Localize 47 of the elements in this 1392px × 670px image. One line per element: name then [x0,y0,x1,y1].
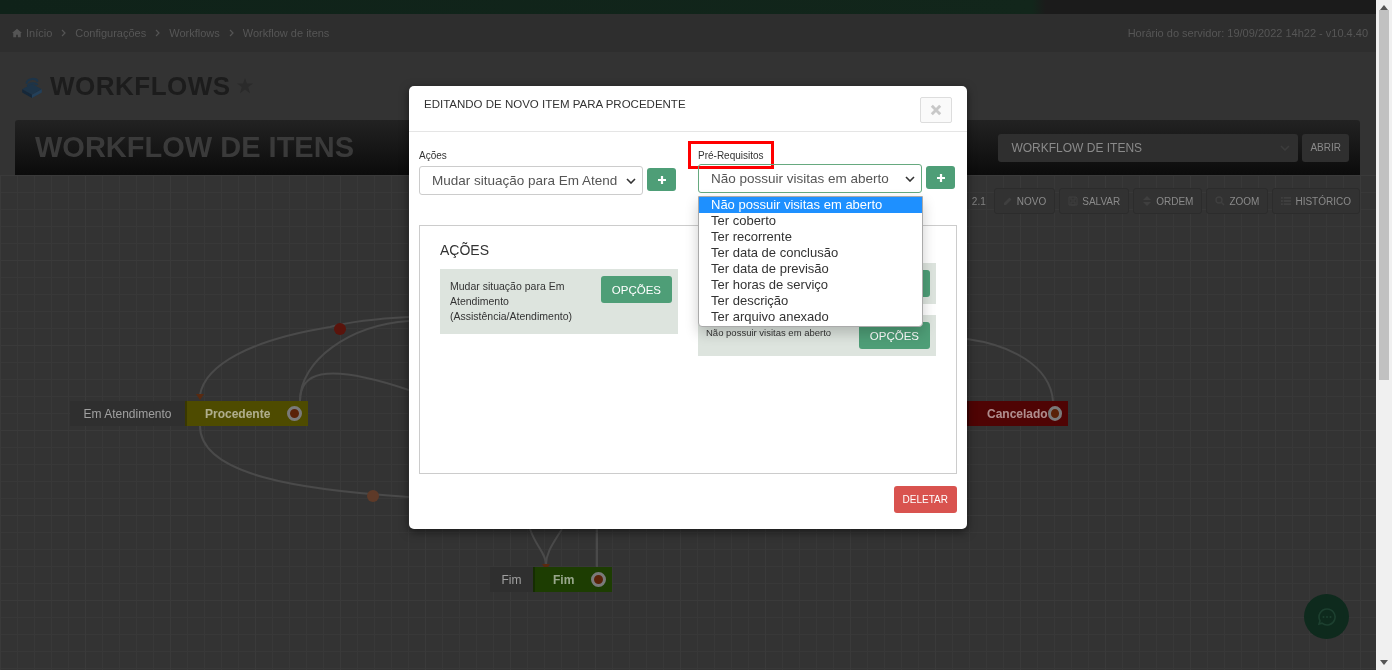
node-label: Em Atendimento [70,401,185,426]
toolbar-button[interactable]: NOVO [993,188,1056,214]
close-button[interactable] [920,97,952,123]
state-node[interactable]: Cancelado [967,401,1068,426]
scrollbar[interactable] [1376,0,1392,670]
close-icon [930,104,942,116]
add-button[interactable] [926,166,955,189]
toolbar-button[interactable]: ORDEM [1133,188,1203,214]
section-heading: AÇÕES [440,242,490,258]
chevron-right-icon [228,29,234,37]
dropdown-option[interactable]: Ter recorrente [699,229,922,245]
delete-button[interactable]: DELETAR [893,486,957,513]
toolbar-button[interactable]: ZOOM [1206,188,1269,214]
add-button[interactable] [647,168,676,191]
open-button[interactable]: ABRIR [1302,133,1349,162]
state-node[interactable]: Fim [533,567,612,592]
chevron-down-icon [626,177,636,184]
port-dot[interactable] [1047,406,1062,421]
dropdown-option[interactable]: Ter descrição [699,293,922,309]
scroll-down-icon[interactable] [1380,660,1388,665]
home-icon [12,28,22,38]
state-node[interactable]: Procedente [185,401,308,426]
dropdown-select[interactable]: Não possuir visitas em aberto [698,164,922,193]
dropdown-option[interactable]: Ter data de conclusão [699,245,922,261]
toolbar-button[interactable]: SALVAR [1059,188,1130,214]
options-button[interactable]: OPÇÕES [600,276,672,303]
version-label: 2.1 [971,195,986,207]
chevron-right-icon [155,29,161,37]
dialog-title: EDITANDO DE NOVO ITEM PARA PROCEDENTE [424,98,686,110]
field-label: Ações [419,150,447,162]
port-dot[interactable] [287,406,302,421]
dropdown-option[interactable]: Ter coberto [699,213,922,229]
chevron-right-icon [61,29,67,37]
plus-icon [936,173,945,182]
prerequisite-text: Não possuir visitas em aberto [706,326,832,340]
workflow-select[interactable]: WORKFLOW DE ITENS [998,133,1299,162]
action-text: Mudar situação para Em Atendimento (Assistência/Atendimento) [450,279,573,324]
dropdown-option[interactable]: Ter arquivo anexado [699,309,922,325]
dropdown-select[interactable]: Mudar situação para Em Atend [419,166,643,195]
port-dot[interactable] [591,572,606,587]
dropdown-option[interactable]: Não possuir visitas em aberto [699,197,922,213]
node-label: Fim [490,567,533,592]
dropdown-option[interactable]: Ter horas de serviço [699,277,922,293]
toolbar-button[interactable]: HISTÓRICO [1272,188,1360,214]
chevron-down-icon [905,175,915,182]
dropdown-option[interactable]: Ter data de previsão [699,261,922,277]
plus-icon [657,175,666,184]
